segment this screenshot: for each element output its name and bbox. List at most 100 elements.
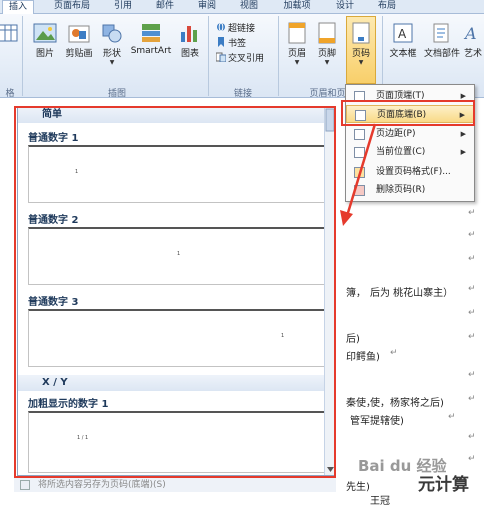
dropdown-arrow-icon: ▼	[294, 59, 300, 66]
doc-line: 后)	[346, 334, 360, 345]
picture-button[interactable]: 图片	[28, 22, 62, 59]
dropdown-arrow-icon: ▼	[109, 59, 115, 66]
submenu-arrow-icon: ▶	[460, 130, 466, 138]
dropdown-arrow-icon: ▼	[324, 59, 330, 66]
save-gallery-icon	[20, 480, 30, 490]
picture-icon	[33, 22, 57, 44]
group-separator	[208, 16, 209, 96]
header-icon	[285, 22, 309, 44]
tab-insert[interactable]: 插入	[2, 0, 34, 15]
menu-item-label: 设置页码格式(F)...	[376, 167, 451, 177]
chart-icon	[178, 22, 202, 44]
shapes-label: 形状	[102, 49, 121, 59]
hyperlink-button[interactable]: 超链接	[216, 22, 255, 35]
page-number-label: 页码	[351, 49, 370, 59]
tab-page-layout[interactable]: 页面布局	[48, 0, 96, 14]
group-separator	[278, 16, 279, 96]
paragraph-mark: ↵	[468, 394, 476, 404]
clipart-button[interactable]: 剪贴画	[62, 22, 96, 59]
submenu-arrow-icon: ▶	[460, 148, 466, 156]
doc-line: 印鳄鱼)	[346, 352, 380, 363]
wordart-icon: A	[462, 22, 484, 44]
table-icon	[0, 22, 20, 44]
quick-parts-icon	[430, 22, 454, 44]
table-button[interactable]	[0, 22, 18, 46]
chart-button[interactable]: 图表	[176, 22, 204, 59]
quick-parts-button[interactable]: 文档部件	[422, 22, 462, 59]
wordart-label: 艺术	[463, 49, 482, 59]
page-number-icon	[349, 22, 373, 44]
textbox-icon: A	[391, 22, 415, 44]
header-label: 页眉	[287, 49, 306, 59]
hyperlink-label: 超链接	[228, 24, 256, 34]
cross-reference-label: 交叉引用	[228, 54, 265, 64]
format-page-numbers-icon	[354, 167, 365, 178]
smartart-label: SmartArt	[130, 46, 172, 56]
remove-page-numbers-icon	[354, 185, 365, 196]
cross-reference-button[interactable]: 交叉引用	[215, 52, 265, 65]
menu-item-label: 页边距(P)	[376, 129, 416, 139]
smartart-button[interactable]: SmartArt	[128, 22, 174, 56]
tab-addins[interactable]: 加载项	[276, 0, 318, 14]
paragraph-mark: ↵	[468, 432, 476, 442]
tab-references[interactable]: 引用	[108, 0, 138, 14]
paragraph-mark: ↵	[468, 308, 476, 318]
annotation-box-menu-item	[341, 100, 475, 126]
save-selection-as-page-number[interactable]: 将所选内容另存为页码(底端)(S)	[14, 476, 336, 492]
textbox-label: 文本框	[389, 49, 417, 59]
paragraph-mark: ↵	[468, 332, 476, 342]
wordart-button[interactable]: A 艺术	[462, 22, 484, 59]
bookmark-label: 书签	[228, 39, 247, 49]
save-selection-label: 将所选内容另存为页码(底端)(S)	[38, 480, 166, 490]
menu-item-page-margins[interactable]: 页边距(P) ▶	[346, 125, 474, 143]
chart-label: 图表	[180, 49, 199, 59]
annotation-box-gallery	[14, 106, 336, 478]
doc-line: 后为 桃花山寨主）	[370, 288, 454, 299]
svg-text:A: A	[463, 24, 477, 43]
doc-line: 先生)	[346, 482, 370, 493]
cross-reference-icon	[215, 52, 227, 63]
tab-view[interactable]: 视图	[234, 0, 264, 14]
menu-item-current-position[interactable]: 当前位置(C) ▶	[346, 143, 474, 161]
footer-button[interactable]: 页脚 ▼	[314, 22, 340, 66]
watermark-brand: 元计算	[418, 475, 469, 495]
shapes-icon	[100, 22, 124, 44]
shapes-button[interactable]: 形状 ▼	[98, 22, 126, 66]
tab-review[interactable]: 审阅	[192, 0, 222, 14]
footer-label: 页脚	[317, 49, 336, 59]
footer-icon	[315, 22, 339, 44]
page-margins-icon	[354, 129, 365, 140]
doc-line: 管军提辖使)	[350, 416, 404, 427]
menu-item-format-page-numbers[interactable]: 设置页码格式(F)...	[346, 163, 474, 181]
ribbon-tab-strip: 插入 页面布局 引用 邮件 审阅 视图 加载项 设计 布局	[0, 0, 484, 15]
menu-item-remove-page-numbers[interactable]: 删除页码(R)	[346, 181, 474, 199]
hyperlink-icon	[216, 22, 226, 32]
svg-text:A: A	[398, 27, 407, 41]
tab-design[interactable]: 设计	[330, 0, 360, 14]
picture-label: 图片	[35, 49, 54, 59]
clipart-icon	[67, 22, 91, 44]
clipart-label: 剪贴画	[65, 49, 93, 59]
tab-layout[interactable]: 布局	[372, 0, 402, 14]
smartart-icon	[139, 22, 163, 44]
quick-parts-label: 文档部件	[423, 49, 460, 59]
doc-line: 簿，	[346, 288, 366, 299]
header-button[interactable]: 页眉 ▼	[284, 22, 310, 66]
paragraph-mark: ↵	[390, 348, 398, 358]
paragraph-mark: ↵	[468, 284, 476, 294]
bookmark-button[interactable]: 书签	[216, 37, 246, 50]
dropdown-arrow-icon: ▼	[358, 59, 364, 66]
paragraph-mark: ↵	[468, 230, 476, 240]
group-separator	[22, 16, 23, 96]
current-position-icon	[354, 147, 365, 158]
textbox-button[interactable]: A 文本框	[386, 22, 420, 59]
menu-item-label: 删除页码(R)	[376, 185, 426, 195]
page-number-button[interactable]: 页码 ▼	[346, 16, 376, 84]
bookmark-icon	[216, 37, 226, 47]
tab-mailings[interactable]: 邮件	[150, 0, 180, 14]
paragraph-mark: ↵	[468, 370, 476, 380]
paragraph-mark: ↵	[448, 412, 456, 422]
menu-item-label: 当前位置(C)	[376, 147, 426, 157]
doc-line: 使，杨家将之后)	[370, 398, 444, 409]
paragraph-mark: ↵	[468, 254, 476, 264]
